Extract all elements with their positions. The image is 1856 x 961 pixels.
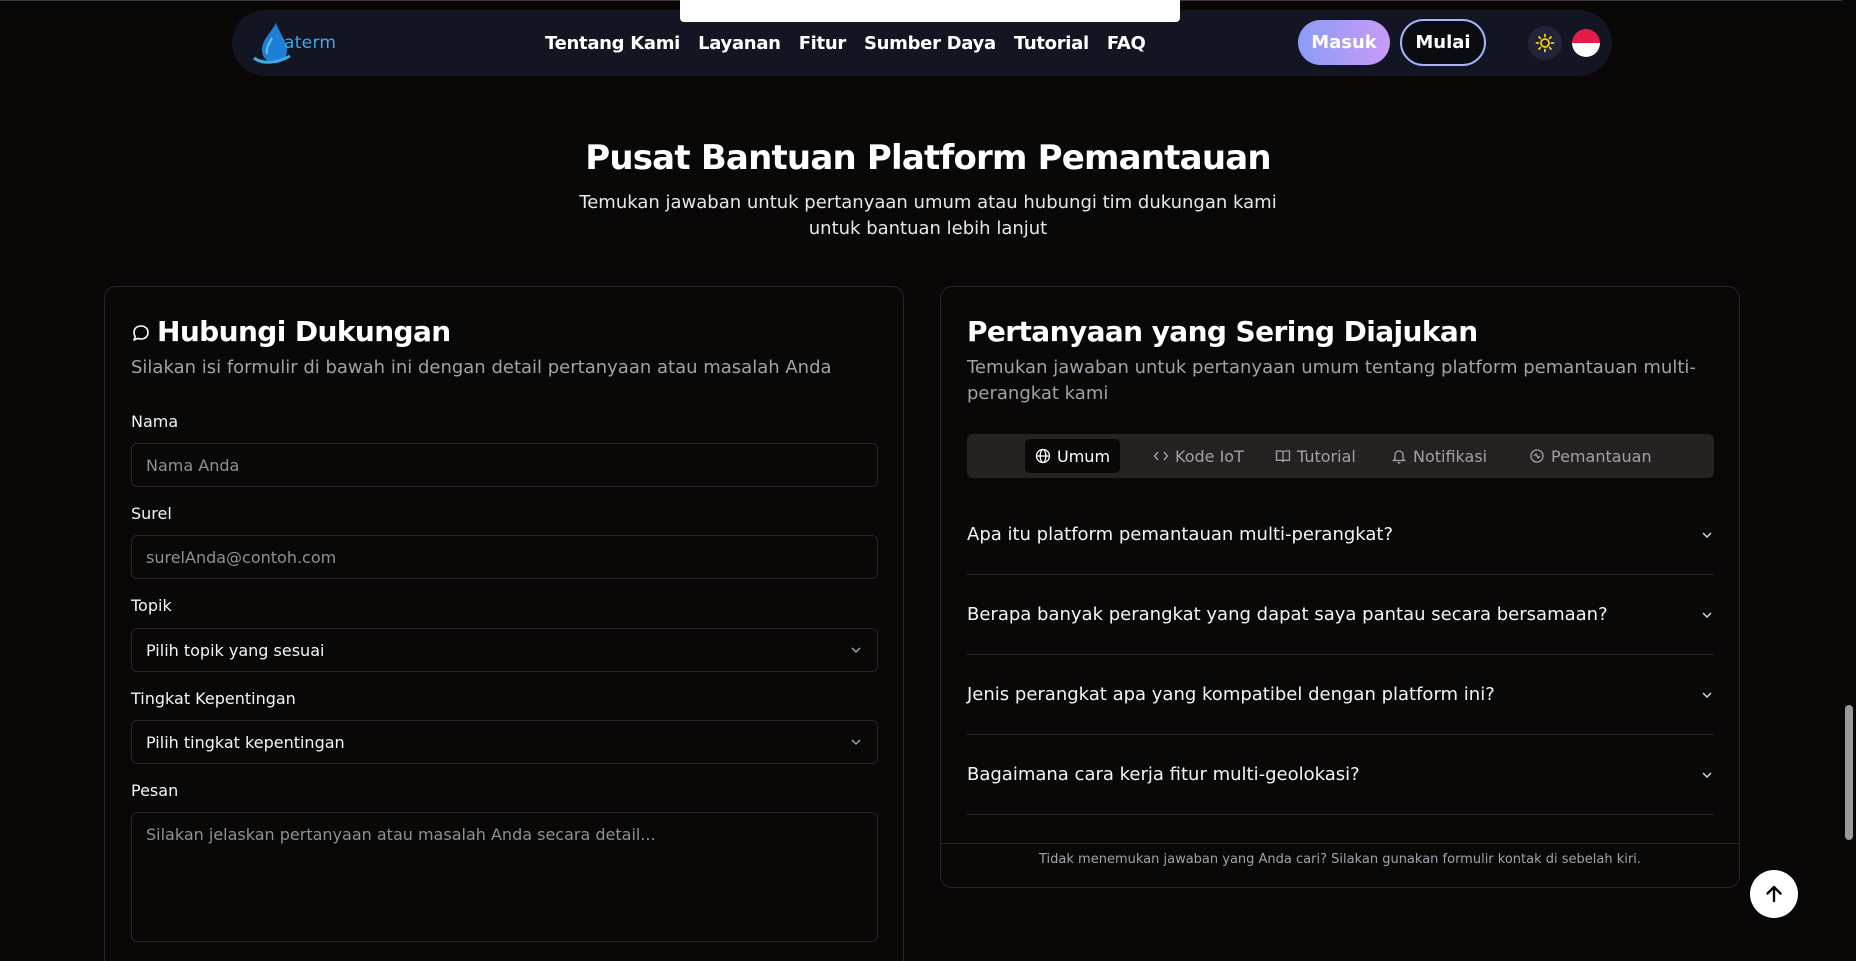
chevron-down-icon	[1702, 611, 1712, 618]
email-input[interactable]: surelAnda@contoh.com	[131, 535, 878, 579]
faq-item[interactable]: Bagaimana cara kerja fitur multi-geoloka…	[967, 735, 1714, 815]
chevron-down-icon	[1702, 531, 1712, 538]
faq-footer-note: Tidak menemukan jawaban yang Anda cari? …	[941, 843, 1739, 867]
chevron-down-icon	[851, 739, 861, 746]
faq-question: Bagaimana cara kerja fitur multi-geoloka…	[967, 764, 1360, 785]
contact-card-title-text: Hubungi Dukungan	[157, 315, 451, 348]
code-icon	[1153, 451, 1169, 461]
contact-card-description: Silakan isi formulir di bawah ini dengan…	[131, 357, 832, 378]
priority-select[interactable]: Pilih tingkat kepentingan	[131, 720, 878, 764]
nav-link-tutorial[interactable]: Tutorial	[1014, 33, 1089, 54]
faq-item[interactable]: Jenis perangkat apa yang kompatibel deng…	[967, 655, 1714, 735]
faq-question: Berapa banyak perangkat yang dapat saya …	[967, 604, 1608, 625]
faq-question: Jenis perangkat apa yang kompatibel deng…	[967, 684, 1495, 705]
book-icon	[1275, 450, 1291, 463]
chevron-down-icon	[1702, 771, 1712, 778]
message-textarea[interactable]: Silakan jelaskan pertanyaan atau masalah…	[131, 812, 878, 942]
faq-card-description: Temukan jawaban untuk pertanyaan umum te…	[967, 355, 1717, 407]
get-started-button[interactable]: Mulai	[1400, 19, 1486, 66]
faq-description-line1: Temukan jawaban untuk pertanyaan umum te…	[967, 357, 1696, 378]
topic-label: Topik	[131, 596, 172, 615]
chat-bubble-icon	[133, 325, 149, 341]
top-popup-banner	[680, 0, 1180, 22]
page-subtitle-line1: Temukan jawaban untuk pertanyaan umum at…	[579, 192, 1277, 213]
priority-select-value: Pilih tingkat kepentingan	[146, 732, 345, 752]
faq-card-title: Pertanyaan yang Sering Diajukan	[967, 315, 1478, 348]
nav-link-services[interactable]: Layanan	[698, 33, 781, 54]
nav-link-faq[interactable]: FAQ	[1107, 33, 1146, 54]
tab-general-label: Umum	[1057, 446, 1111, 466]
faq-card: Pertanyaan yang Sering Diajukan Temukan …	[940, 286, 1740, 888]
tab-general[interactable]: Umum	[1025, 439, 1121, 473]
faq-tabs: Umum Kode IoT Tutorial Notifikasi Pemant…	[967, 434, 1714, 478]
page-title: Pusat Bantuan Platform Pemantauan	[585, 138, 1271, 178]
faq-item[interactable]: Apa itu platform pemantauan multi-perang…	[967, 495, 1714, 575]
scrollbar-thumb[interactable]	[1845, 705, 1853, 840]
tab-monitoring[interactable]: Pemantauan	[1519, 439, 1662, 473]
page-subtitle-line2: untuk bantuan lebih lanjut	[808, 218, 1048, 239]
priority-label: Tingkat Kepentingan	[131, 689, 296, 708]
monitoring-icon	[1530, 449, 1544, 463]
bell-icon	[1391, 450, 1407, 464]
contact-card-title: Hubungi Dukungan	[131, 315, 451, 348]
contact-support-card: Hubungi Dukungan Silakan isi formulir di…	[104, 286, 904, 961]
chevron-down-icon	[1702, 691, 1712, 698]
nav-link-features[interactable]: Fitur	[799, 33, 847, 54]
faq-item[interactable]: Berapa banyak perangkat yang dapat saya …	[967, 575, 1714, 655]
indonesia-flag-icon[interactable]	[1572, 29, 1600, 57]
tab-notifications-label: Notifikasi	[1413, 446, 1488, 466]
tab-monitoring-label: Pemantauan	[1551, 446, 1652, 466]
faq-description-line2: perangkat kami	[967, 383, 1109, 404]
name-label: Nama	[131, 412, 179, 431]
scroll-to-top-button[interactable]	[1750, 870, 1798, 918]
name-input[interactable]: Nama Anda	[131, 443, 878, 487]
login-button[interactable]: Masuk	[1298, 20, 1390, 65]
nav-link-resources[interactable]: Sumber Daya	[864, 33, 996, 54]
faq-question: Apa itu platform pemantauan multi-perang…	[967, 524, 1394, 545]
email-label: Surel	[131, 504, 172, 523]
logo[interactable]: aterm	[250, 20, 340, 66]
message-label: Pesan	[131, 781, 179, 800]
tab-iot-code[interactable]: Kode IoT	[1143, 439, 1254, 473]
tab-tutorial[interactable]: Tutorial	[1265, 439, 1366, 473]
chevron-down-icon	[851, 647, 861, 654]
theme-toggle-button[interactable]	[1528, 26, 1562, 60]
page-subtitle: Temukan jawaban untuk pertanyaan umum at…	[568, 190, 1288, 242]
nav-link-about[interactable]: Tentang Kami	[545, 33, 680, 54]
arrow-up-icon	[1766, 885, 1782, 903]
globe-icon	[1035, 448, 1051, 464]
topic-select-value: Pilih topik yang sesuai	[146, 640, 325, 660]
logo-text: aterm	[284, 33, 337, 53]
topic-select[interactable]: Pilih topik yang sesuai	[131, 628, 878, 672]
tab-iot-code-label: Kode IoT	[1175, 446, 1244, 466]
sun-icon	[1535, 33, 1555, 53]
tab-notifications[interactable]: Notifikasi	[1381, 439, 1497, 473]
tab-tutorial-label: Tutorial	[1297, 446, 1356, 466]
